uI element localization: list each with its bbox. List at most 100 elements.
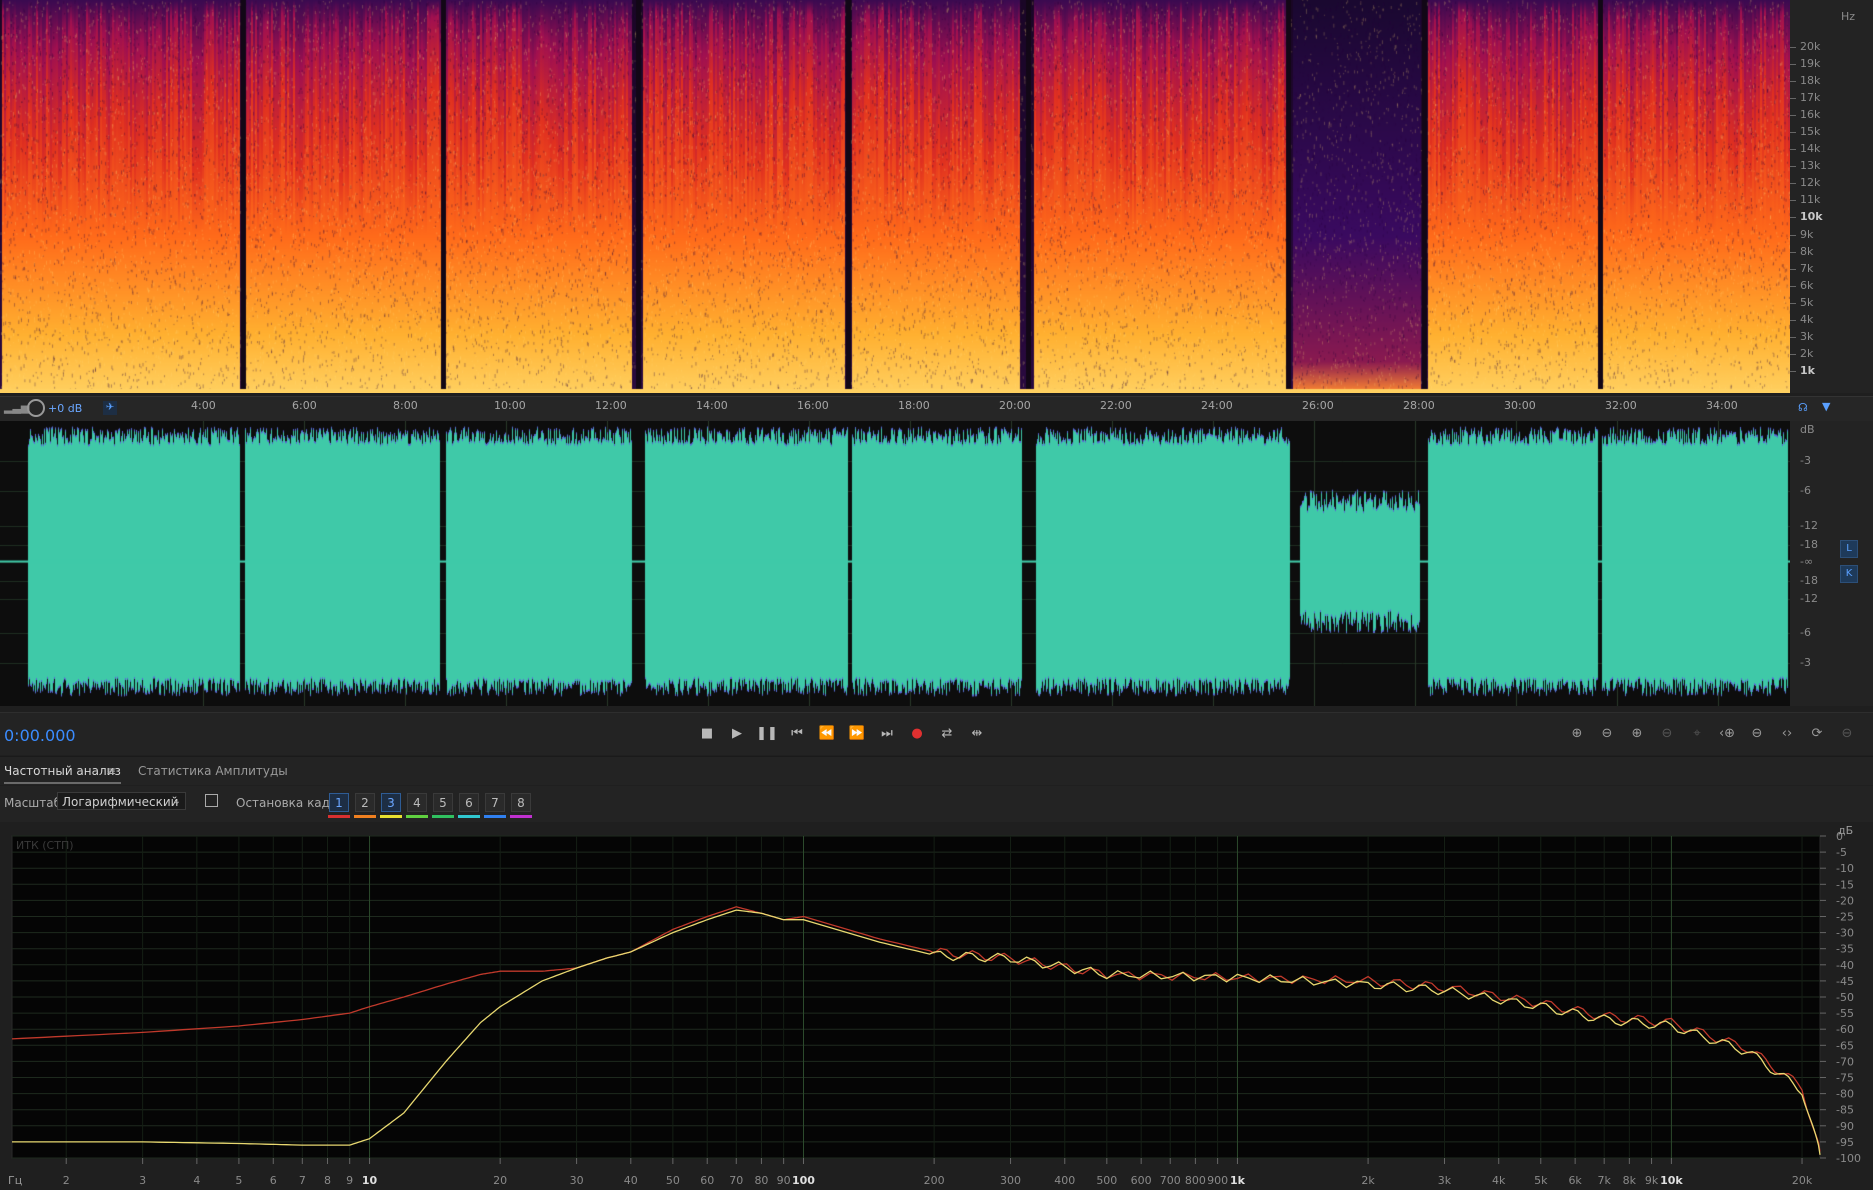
x-tick-label: 6 xyxy=(270,1174,277,1187)
zoom-out-time-icon[interactable]: ⊖ xyxy=(1655,723,1679,745)
y-tick-label: -80 xyxy=(1836,1088,1854,1101)
y-tick-label: -30 xyxy=(1836,927,1854,940)
hz-tick-label: 18k xyxy=(1800,74,1821,88)
hz-tick-label: 3k xyxy=(1800,329,1814,343)
rewind-button[interactable]: ⏪ xyxy=(816,723,838,745)
spectrogram-canvas xyxy=(0,0,1790,393)
frequency-analysis-controls: Масштаб: Логарифмический ⌄ Остановка кад… xyxy=(0,786,1873,822)
hz-tick-mark xyxy=(1790,268,1796,270)
panel-menu-icon[interactable]: ≡ xyxy=(106,764,116,778)
x-tick-label: 10k xyxy=(1660,1174,1683,1187)
gain-label[interactable]: +0 dB xyxy=(48,402,82,415)
pause-button[interactable]: ❚❚ xyxy=(756,723,778,745)
time-tick-label: 24:00 xyxy=(1201,399,1233,412)
tab-frequency-analysis[interactable]: Частотный анализ xyxy=(4,764,121,784)
y-tick-label: -10 xyxy=(1836,862,1854,875)
freeze-frame-6-button[interactable]: 6 xyxy=(459,793,479,812)
x-tick-label: 700 xyxy=(1160,1174,1181,1187)
zoom-full-icon[interactable]: ‹› xyxy=(1775,723,1799,745)
stop-button[interactable]: ■ xyxy=(696,723,718,745)
y-tick-label: -25 xyxy=(1836,911,1854,924)
freeze-frame-5-button[interactable]: 5 xyxy=(433,793,453,812)
time-tick-label: 32:00 xyxy=(1605,399,1637,412)
time-tick-label: 14:00 xyxy=(696,399,728,412)
freeze-frame-color-swatch xyxy=(484,815,506,818)
freeze-frame-3-button[interactable]: 3 xyxy=(381,793,401,812)
x-tick-label: 90 xyxy=(777,1174,791,1187)
freeze-frame-8-button[interactable]: 8 xyxy=(511,793,531,812)
zoom-in-time-icon[interactable]: ⊕ xyxy=(1625,723,1649,745)
zoom-out-selection-icon[interactable]: ⊖ xyxy=(1835,723,1859,745)
x-tick-label: 2k xyxy=(1361,1174,1375,1187)
chart-title: ИТК (СТП) xyxy=(16,839,74,852)
x-tick-label: 3k xyxy=(1438,1174,1452,1187)
meter-icon[interactable]: ▂▃▅ xyxy=(4,401,29,414)
play-button[interactable]: ▶ xyxy=(726,723,748,745)
time-tick-label: 6:00 xyxy=(292,399,317,412)
hz-tick-mark xyxy=(1790,81,1796,83)
tab-amplitude-statistics[interactable]: Статистика Амплитуды xyxy=(138,764,288,778)
x-tick-label: 30 xyxy=(570,1174,584,1187)
x-tick-label: 500 xyxy=(1096,1174,1117,1187)
x-tick-label: 50 xyxy=(666,1174,680,1187)
timeline-ruler[interactable]: ▂▃▅ +0 dB ✈ ☊ ▼ 4:00 6:00 8:00 10:00 12:00 14… xyxy=(0,396,1873,421)
scale-select-value: Логарифмический xyxy=(62,795,179,809)
marker-icon[interactable]: ▼ xyxy=(1822,400,1830,413)
time-tick-label: 18:00 xyxy=(898,399,930,412)
headphones-icon[interactable]: ☊ xyxy=(1798,401,1808,414)
zoom-selection-icon[interactable]: ⌖ xyxy=(1685,723,1709,745)
record-button[interactable]: ● xyxy=(906,723,928,745)
hz-tick-mark xyxy=(1790,319,1796,321)
waveform-display[interactable] xyxy=(0,421,1790,706)
channel-left-toggle[interactable]: L xyxy=(1840,540,1858,558)
loop-button[interactable]: ⇄ xyxy=(936,723,958,745)
hz-tick-mark xyxy=(1790,353,1796,355)
db-tick-label: -12 xyxy=(1800,592,1818,605)
go-to-start-button[interactable]: ⏮ xyxy=(786,723,808,745)
freeze-frame-color-swatch xyxy=(510,815,532,818)
hz-tick-label: 6k xyxy=(1800,278,1814,292)
freeze-frame-2-button[interactable]: 2 xyxy=(355,793,375,812)
x-tick-label: 70 xyxy=(729,1174,743,1187)
hz-tick-mark xyxy=(1790,200,1796,202)
y-tick-label: -50 xyxy=(1836,991,1854,1004)
skip-selection-button[interactable]: ⇹ xyxy=(966,723,988,745)
go-to-end-button[interactable]: ⏭ xyxy=(876,723,898,745)
x-tick-label: 1k xyxy=(1230,1174,1246,1187)
hz-tick-label: 20k xyxy=(1800,39,1821,53)
scale-select[interactable]: Логарифмический ⌄ xyxy=(57,792,186,810)
zoom-reset-icon[interactable]: ⟳ xyxy=(1805,723,1829,745)
freeze-frame-4-button[interactable]: 4 xyxy=(407,793,427,812)
volume-knob-icon[interactable] xyxy=(27,399,45,417)
x-tick-label: 2 xyxy=(63,1174,70,1187)
hz-tick-label: 1k xyxy=(1800,363,1815,377)
current-time[interactable]: 0:00.000 xyxy=(4,726,76,745)
hz-tick-label: 13k xyxy=(1800,159,1821,173)
x-tick-label: 8k xyxy=(1623,1174,1637,1187)
pin-icon[interactable]: ✈ xyxy=(103,401,117,415)
y-tick-label: -85 xyxy=(1836,1104,1854,1117)
time-tick-label: 28:00 xyxy=(1403,399,1435,412)
y-tick-label: -70 xyxy=(1836,1055,1854,1068)
y-tick-label: -20 xyxy=(1836,894,1854,907)
x-axis-label: Гц xyxy=(8,1174,22,1187)
time-tick-label: 20:00 xyxy=(999,399,1031,412)
copy-icon[interactable] xyxy=(205,794,218,807)
freeze-frame-7-button[interactable]: 7 xyxy=(485,793,505,812)
spectral-frequency-display[interactable] xyxy=(0,0,1790,393)
y-tick-label: -65 xyxy=(1836,1039,1854,1052)
zoom-in-point-icon[interactable]: ‹⊕ xyxy=(1715,723,1739,745)
x-tick-label: 400 xyxy=(1054,1174,1075,1187)
x-tick-label: 300 xyxy=(1000,1174,1021,1187)
channel-right-toggle[interactable]: K xyxy=(1840,565,1858,583)
scale-label: Масштаб: xyxy=(4,796,66,810)
zoom-out-amplitude-icon[interactable]: ⊖ xyxy=(1595,723,1619,745)
freeze-frame-1-button[interactable]: 1 xyxy=(329,793,349,812)
x-tick-label: 4 xyxy=(193,1174,200,1187)
zoom-in-amplitude-icon[interactable]: ⊕ xyxy=(1565,723,1589,745)
y-tick-label: -75 xyxy=(1836,1072,1854,1085)
zoom-out-full-icon[interactable]: ⊖ xyxy=(1745,723,1769,745)
x-tick-label: 20k xyxy=(1792,1174,1813,1187)
hz-tick-mark xyxy=(1790,46,1796,48)
fast-forward-button[interactable]: ⏩ xyxy=(846,723,868,745)
